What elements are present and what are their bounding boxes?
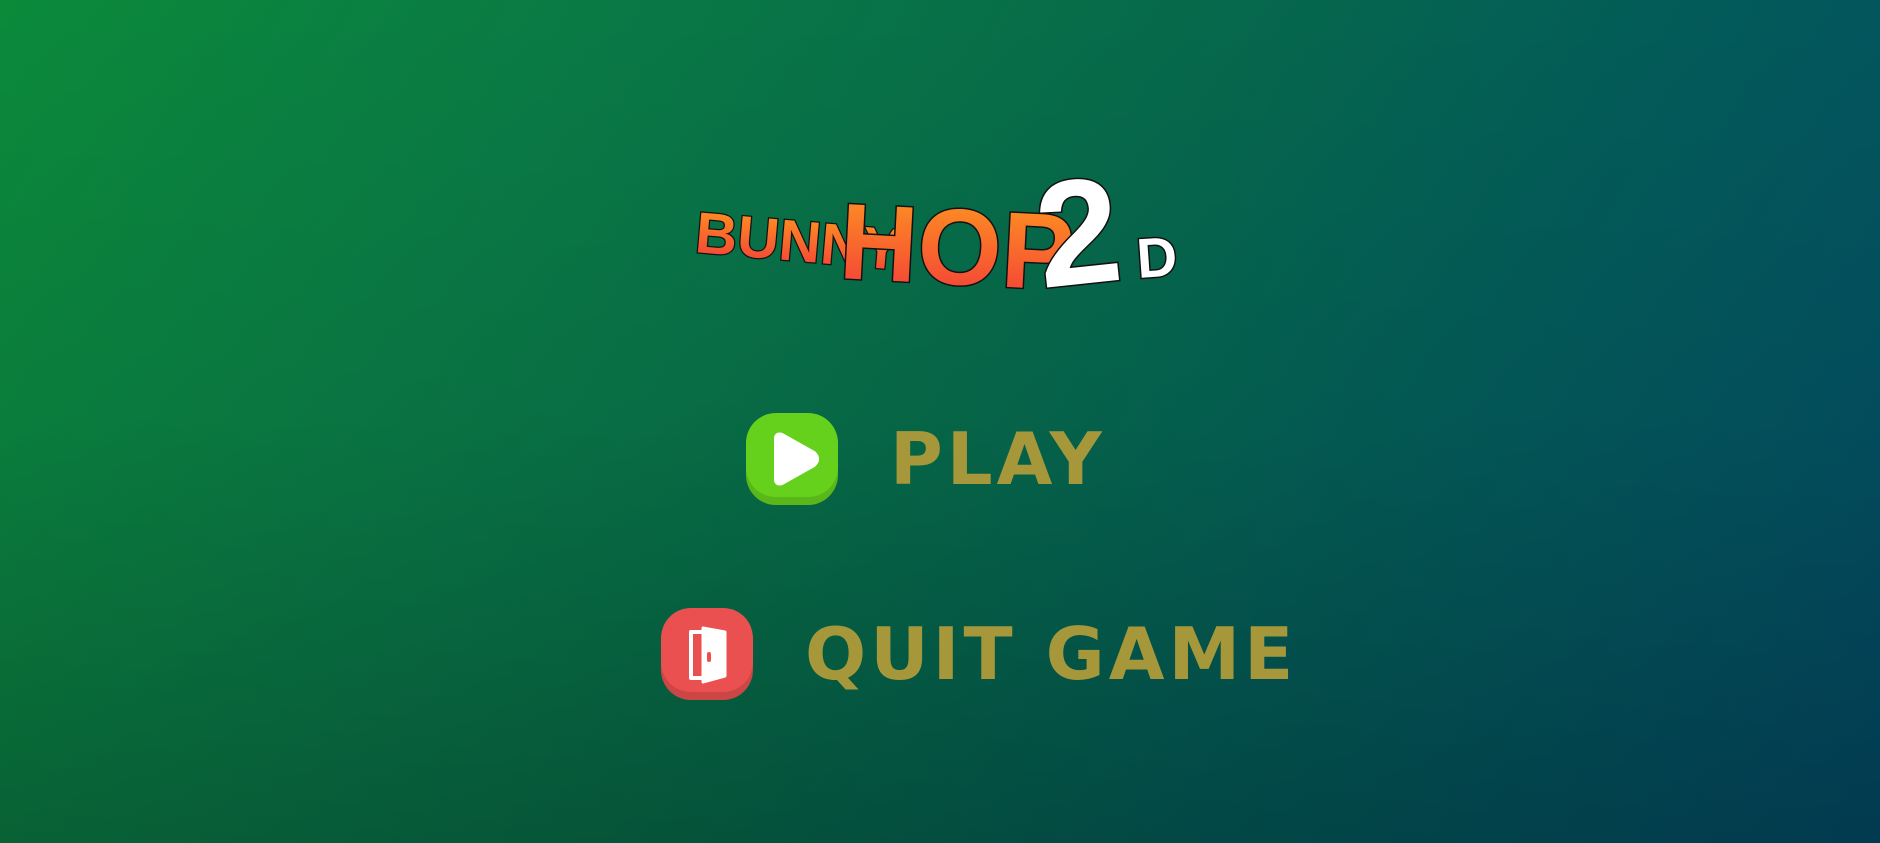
game-logo: BUNNY HOP 2 D bbox=[690, 140, 1181, 322]
game-logo-graphic: BUNNY HOP 2 D bbox=[692, 143, 1181, 322]
logo-badge-digit: 2 bbox=[1028, 144, 1129, 320]
play-label[interactable]: PLAY bbox=[890, 423, 1106, 495]
play-button[interactable]: PLAY bbox=[746, 413, 1106, 505]
quit-game-label[interactable]: QUIT GAME bbox=[805, 618, 1297, 690]
quit-game-button[interactable]: QUIT GAME bbox=[661, 608, 1297, 700]
logo-badge-letter: D bbox=[1134, 224, 1179, 290]
door-exit-icon[interactable] bbox=[661, 608, 753, 700]
play-icon[interactable] bbox=[746, 413, 838, 505]
